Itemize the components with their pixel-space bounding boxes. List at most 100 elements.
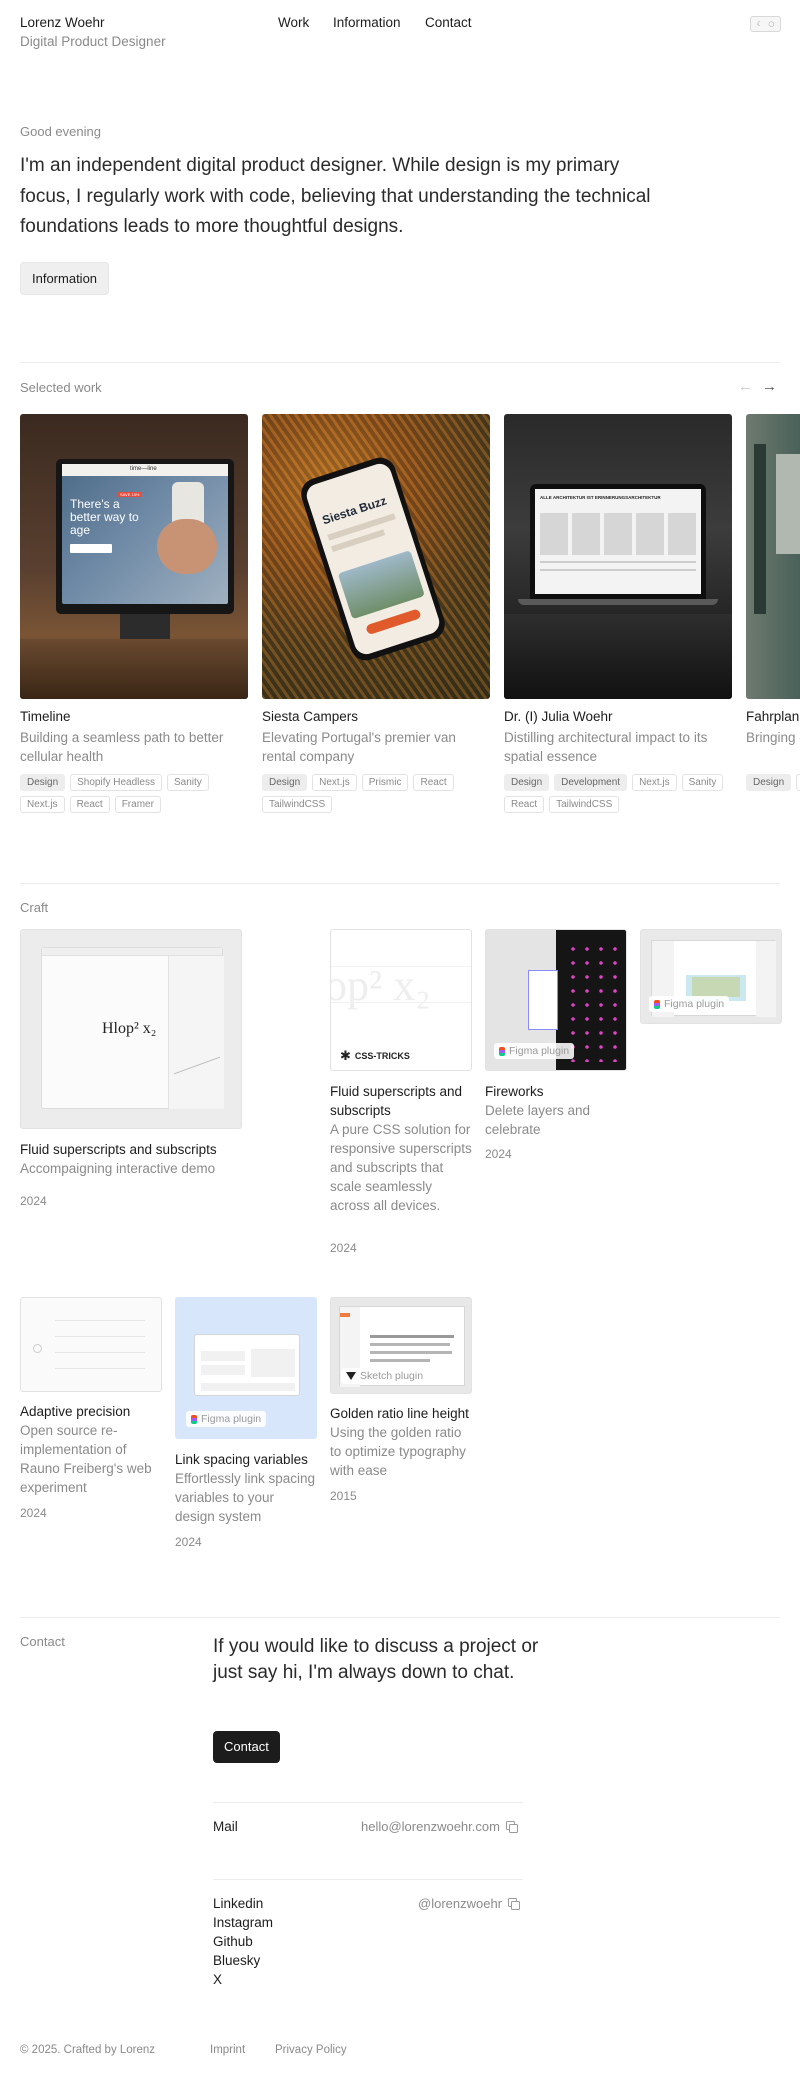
asterisk-icon: ✱ [340, 1048, 351, 1063]
work-title: Timeline [20, 709, 71, 724]
craft-description: Effortlessly link spacing variables to y… [175, 1471, 316, 1524]
work-image-timeline: time—line SAVE 15% There's a better way … [20, 414, 248, 699]
tag: Next.js [632, 774, 677, 791]
divider [20, 1617, 780, 1618]
figma-icon [191, 1414, 197, 1424]
tag: Framer [114, 796, 161, 813]
work-card-julia-woehr[interactable]: ALLE ARCHITEKTUR IST ERINNERUNGSARCHITEK… [504, 414, 732, 813]
craft-image: Figma plugin [175, 1297, 317, 1439]
social-link-github[interactable]: Github [213, 1934, 253, 1949]
tag: Design [746, 774, 792, 791]
work-card-timeline[interactable]: time—line SAVE 15% There's a better way … [20, 414, 248, 813]
tag: Sanity [681, 774, 724, 791]
julia-headline: ALLE ARCHITEKTUR IST ERINNERUNGSARCHITEK… [540, 495, 661, 500]
tag: Design [262, 774, 308, 791]
mail-label: Mail [213, 1819, 238, 1834]
craft-title: Fluid superscripts and subscripts [20, 1142, 217, 1157]
craft-description: Open source re-implementation of Rauno F… [20, 1423, 152, 1495]
footer-link-imprint[interactable]: Imprint [210, 2044, 245, 2056]
badge-label: Figma plugin [201, 1413, 262, 1425]
tag: Next.js [20, 796, 65, 813]
craft-year: 2024 [20, 1194, 47, 1208]
tag: Design [20, 774, 66, 791]
work-tags: Design Next.js Prismic React TailwindCSS [262, 774, 490, 813]
css-tricks-badge: ✱ CSS-TRICKS [335, 1048, 415, 1064]
css-tricks-preview-text: op² x₂ [330, 961, 431, 1010]
divider [213, 1879, 523, 1880]
craft-image [20, 1297, 162, 1392]
figma-icon [654, 999, 660, 1009]
footer-link-privacy[interactable]: Privacy Policy [275, 2044, 347, 2056]
work-tags: Design F [746, 774, 800, 791]
tag: F [796, 774, 800, 791]
tag: React [413, 774, 454, 791]
craft-image: Sketch plugin [330, 1297, 472, 1394]
work-tags: Design Development Next.js Sanity React … [504, 774, 732, 813]
timeline-logo: time—line [130, 466, 157, 472]
craft-title: Fireworks [485, 1084, 544, 1099]
craft-description: Accompaigning interactive demo [20, 1161, 216, 1176]
tag: Sanity [166, 774, 209, 791]
tag: Next.js [312, 774, 357, 791]
social-link-bluesky[interactable]: Bluesky [213, 1953, 260, 1968]
figma-plugin-badge: Figma plugin [186, 1411, 267, 1427]
work-image-julia-woehr: ALLE ARCHITEKTUR IST ERINNERUNGSARCHITEK… [504, 414, 732, 699]
craft-image: op² x₂ ✱ CSS-TRICKS [330, 929, 472, 1071]
craft-year: 2015 [330, 1489, 357, 1503]
work-description: Elevating Portugal's premier van rental … [262, 730, 456, 764]
work-image-fahrplan [746, 414, 800, 699]
craft-title: Link spacing variables [175, 1452, 308, 1467]
work-card-siesta-campers[interactable]: Siesta Buzz Siesta Campers Elevating Por… [262, 414, 490, 813]
craft-description: Delete layers and celebrate [485, 1103, 591, 1137]
work-image-siesta-campers: Siesta Buzz [262, 414, 490, 699]
section-title-craft: Craft [20, 900, 49, 915]
work-title: Siesta Campers [262, 709, 359, 724]
work-title: Fahrplan. [746, 709, 800, 724]
badge-label: CSS-TRICKS [354, 1051, 410, 1061]
craft-year: 2024 [20, 1506, 47, 1520]
figma-plugin-badge: Figma plugin [494, 1043, 575, 1059]
badge-label: Figma plugin [509, 1045, 570, 1057]
craft-year: 2024 [175, 1535, 202, 1549]
work-description: Distilling architectural impact to its s… [504, 730, 708, 764]
mail-address[interactable]: hello@lorenzwoehr.com [361, 1819, 500, 1834]
tag: React [504, 796, 545, 813]
craft-title: Fluid superscripts and subscripts [330, 1084, 463, 1118]
craft-image: Figma plugin [640, 929, 782, 1024]
social-link-x[interactable]: X [213, 1972, 222, 1987]
tag: Design [504, 774, 550, 791]
craft-description: Using the golden ratio to optimize typog… [330, 1425, 466, 1478]
handle-value[interactable]: @lorenzwoehr [418, 1896, 521, 1911]
divider [20, 883, 780, 884]
tag: React [69, 796, 110, 813]
work-description: Building a seamless path to better cellu… [20, 730, 224, 764]
contact-button[interactable]: Contact [213, 1731, 280, 1763]
divider [213, 1802, 523, 1803]
craft-image: Figma plugin [485, 929, 627, 1071]
sketch-icon [346, 1372, 356, 1380]
work-carousel: time—line SAVE 15% There's a better way … [0, 0, 800, 900]
social-link-linkedin[interactable]: Linkedin [213, 1896, 263, 1911]
badge-label: Figma plugin [664, 998, 725, 1010]
craft-image: Hlop² x₂ [20, 929, 242, 1129]
badge-label: Sketch plugin [360, 1370, 424, 1382]
copy-icon[interactable] [508, 1898, 521, 1910]
section-title-contact: Contact [20, 1634, 65, 1649]
figma-plugin-badge: Figma plugin [649, 996, 730, 1012]
work-title: Dr. (I) Julia Woehr [504, 709, 613, 724]
tag: Development [554, 774, 628, 791]
social-link-instagram[interactable]: Instagram [213, 1915, 273, 1930]
social-handle[interactable]: @lorenzwoehr [418, 1896, 502, 1911]
timeline-sale-badge: SAVE 15% [118, 492, 142, 497]
tag: TailwindCSS [549, 796, 620, 813]
tag: Prismic [361, 774, 409, 791]
work-card-fahrplan[interactable]: Fahrplan. Bringing clarity to schedules … [746, 414, 800, 791]
craft-title: Adaptive precision [20, 1404, 131, 1419]
work-description: Bringing clarity to schedules [746, 730, 800, 745]
craft-year: 2024 [485, 1147, 512, 1161]
copyright: © 2025. Crafted by Lorenz [20, 2044, 156, 2056]
demo-preview-text: Hlop² x₂ [102, 1020, 157, 1037]
tag: Shopify Headless [70, 774, 162, 791]
mail-value[interactable]: hello@lorenzwoehr.com [361, 1819, 518, 1834]
copy-icon[interactable] [505, 1821, 518, 1833]
